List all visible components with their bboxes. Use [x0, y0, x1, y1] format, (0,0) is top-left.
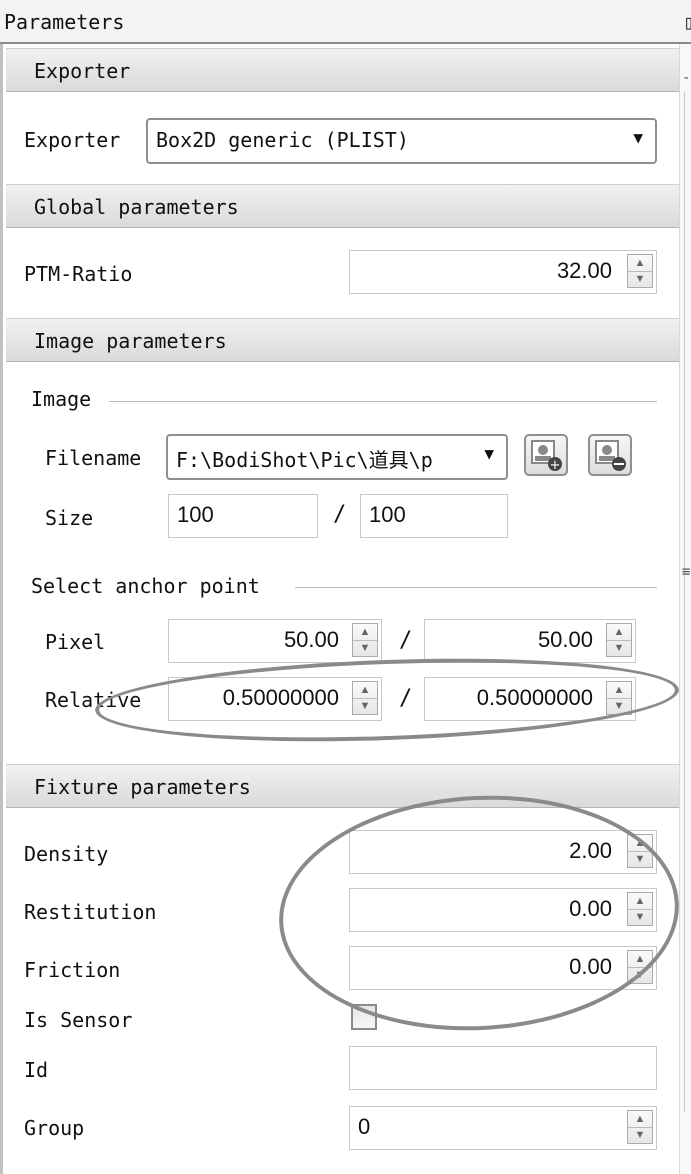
- arrow-up-icon[interactable]: ▲: [353, 624, 377, 641]
- id-label: Id: [24, 1058, 49, 1082]
- section-title: Exporter: [34, 59, 131, 83]
- section-fixture[interactable]: Fixture parameters: [6, 764, 680, 808]
- relative-separator: /: [399, 686, 413, 711]
- panel-title: Parameters: [4, 10, 125, 34]
- exporter-label: Exporter: [24, 128, 121, 152]
- group-field[interactable]: 0 ▲ ▼: [349, 1106, 657, 1150]
- section-exporter[interactable]: Exporter: [6, 48, 680, 92]
- add-image-button[interactable]: +: [524, 434, 568, 476]
- exporter-select[interactable]: Box2D generic (PLIST) ▼: [146, 118, 657, 164]
- pixel-y-field[interactable]: 50.00 ▲ ▼: [424, 619, 636, 663]
- filename-label: Filename: [45, 446, 142, 470]
- section-image[interactable]: Image parameters: [6, 318, 680, 362]
- arrow-down-icon[interactable]: ▼: [628, 271, 652, 287]
- arrow-up-icon[interactable]: ▲: [628, 1111, 652, 1128]
- arrow-up-icon[interactable]: ▲: [607, 682, 631, 699]
- friction-spinner[interactable]: ▲ ▼: [627, 950, 653, 984]
- filename-select[interactable]: F:\BodiShot\Pic\道具\p ▼: [166, 434, 508, 480]
- pixel-label: Pixel: [45, 630, 106, 654]
- image-height-field[interactable]: 100: [360, 494, 508, 538]
- size-label: Size: [45, 506, 94, 530]
- friction-value: 0.00: [569, 954, 612, 979]
- divider: [109, 401, 657, 402]
- chevron-down-icon: ▼: [633, 128, 643, 147]
- section-title: Fixture parameters: [34, 775, 251, 799]
- exporter-value: Box2D generic (PLIST): [156, 128, 409, 152]
- right-splitter[interactable]: - ≡: [679, 44, 691, 1174]
- is-sensor-checkbox[interactable]: [351, 1004, 377, 1030]
- chevron-down-icon: ▼: [484, 444, 494, 463]
- image-remove-icon: [595, 440, 626, 471]
- pixel-y-value: 50.00: [537, 627, 593, 652]
- panel-titlebar: Parameters ▯: [0, 0, 691, 44]
- anchor-group-title: Select anchor point: [31, 574, 260, 598]
- size-separator: /: [333, 502, 347, 527]
- parameters-panel: Exporter Exporter Box2D generic (PLIST) …: [0, 44, 685, 1174]
- remove-image-button[interactable]: [588, 434, 632, 476]
- relative-y-value: 0.50000000: [476, 685, 593, 710]
- pixel-separator: /: [399, 628, 413, 653]
- arrow-down-icon[interactable]: ▼: [628, 909, 652, 925]
- section-title: Global parameters: [34, 195, 239, 219]
- image-add-icon: +: [531, 440, 562, 473]
- arrow-up-icon[interactable]: ▲: [628, 893, 652, 910]
- splitter-grip[interactable]: ≡: [682, 564, 690, 580]
- arrow-down-icon[interactable]: ▼: [607, 640, 631, 656]
- section-title: Image parameters: [34, 329, 227, 353]
- density-spinner[interactable]: ▲ ▼: [627, 834, 653, 868]
- arrow-down-icon[interactable]: ▼: [607, 698, 631, 714]
- restitution-label: Restitution: [24, 900, 157, 924]
- relative-x-spinner[interactable]: ▲ ▼: [352, 681, 378, 715]
- restitution-spinner[interactable]: ▲ ▼: [627, 892, 653, 926]
- pixel-x-value: 50.00: [283, 627, 339, 652]
- ptm-ratio-field[interactable]: 32.00 ▲ ▼: [349, 250, 657, 294]
- arrow-up-icon[interactable]: ▲: [628, 951, 652, 968]
- image-group-title: Image: [31, 387, 92, 411]
- pixel-x-spinner[interactable]: ▲ ▼: [352, 623, 378, 657]
- arrow-up-icon[interactable]: ▲: [353, 682, 377, 699]
- filename-value: F:\BodiShot\Pic\道具\p: [176, 448, 433, 472]
- arrow-down-icon[interactable]: ▼: [353, 698, 377, 714]
- close-icon[interactable]: ▯: [683, 10, 691, 34]
- group-label: Group: [24, 1116, 85, 1140]
- density-value: 2.00: [569, 838, 612, 863]
- arrow-down-icon[interactable]: ▼: [353, 640, 377, 656]
- pixel-y-spinner[interactable]: ▲ ▼: [606, 623, 632, 657]
- relative-x-field[interactable]: 0.50000000 ▲ ▼: [168, 677, 382, 721]
- ptm-ratio-label: PTM-Ratio: [24, 262, 133, 286]
- relative-x-value: 0.50000000: [222, 685, 339, 710]
- density-label: Density: [24, 842, 109, 866]
- pixel-x-field[interactable]: 50.00 ▲ ▼: [168, 619, 382, 663]
- id-field[interactable]: [349, 1046, 657, 1090]
- image-width-field[interactable]: 100: [168, 494, 318, 538]
- group-value: 0: [358, 1114, 371, 1139]
- ptm-ratio-value: 32.00: [556, 258, 612, 283]
- restitution-field[interactable]: 0.00 ▲ ▼: [349, 888, 657, 932]
- arrow-down-icon[interactable]: ▼: [628, 1127, 652, 1143]
- density-field[interactable]: 2.00 ▲ ▼: [349, 830, 657, 874]
- friction-label: Friction: [24, 958, 121, 982]
- group-spinner[interactable]: ▲ ▼: [627, 1110, 653, 1144]
- image-height-value: 100: [369, 502, 406, 527]
- arrow-up-icon[interactable]: ▲: [628, 835, 652, 852]
- relative-label: Relative: [45, 688, 142, 712]
- relative-y-spinner[interactable]: ▲ ▼: [606, 681, 632, 715]
- arrow-up-icon[interactable]: ▲: [607, 624, 631, 641]
- section-global[interactable]: Global parameters: [6, 184, 680, 228]
- arrow-up-icon[interactable]: ▲: [628, 255, 652, 272]
- restitution-value: 0.00: [569, 896, 612, 921]
- splitter-line: [684, 92, 685, 1112]
- friction-field[interactable]: 0.00 ▲ ▼: [349, 946, 657, 990]
- divider: [295, 587, 657, 588]
- splitter-handle[interactable]: -: [682, 70, 690, 86]
- relative-y-field[interactable]: 0.50000000 ▲ ▼: [424, 677, 636, 721]
- svg-text:+: +: [550, 458, 561, 473]
- is-sensor-label: Is Sensor: [24, 1008, 133, 1032]
- image-width-value: 100: [177, 502, 214, 527]
- arrow-down-icon[interactable]: ▼: [628, 851, 652, 867]
- arrow-down-icon[interactable]: ▼: [628, 967, 652, 983]
- ptm-ratio-spinner[interactable]: ▲ ▼: [627, 254, 653, 288]
